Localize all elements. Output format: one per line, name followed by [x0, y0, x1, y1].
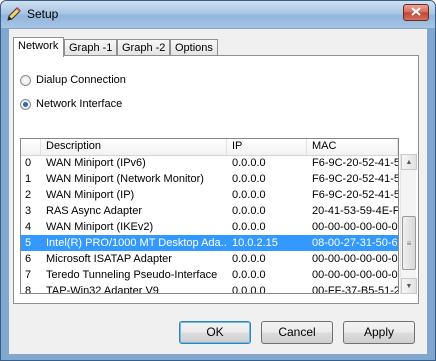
tab-graph-1[interactable]: Graph -1 — [64, 39, 117, 56]
pencil-icon — [6, 6, 22, 22]
list-body: 0 WAN Miniport (IPv6) 0.0.0.0 F6-9C-20-52-4… — [21, 155, 398, 293]
scroll-thumb[interactable]: ≡ — [402, 216, 416, 270]
cell-description: WAN Miniport (IPv6) — [46, 157, 146, 169]
network-interface-radio[interactable] — [20, 98, 31, 110]
cell-description: TAP-Win32 Adapter V9 — [46, 285, 159, 293]
table-row[interactable]: 6 Microsoft ISATAP Adapter 0.0.0.0 00-00-00… — [21, 251, 398, 267]
cell-ip: 0.0.0.0 — [232, 221, 266, 233]
arrow-up-icon: ▲ — [405, 158, 413, 166]
cell-description: Intel(R) PRO/1000 MT Desktop Ada... — [46, 237, 226, 249]
cell-mac: F6-9C-20-52-41-5 — [312, 157, 398, 169]
cell-description: RAS Async Adapter — [46, 205, 142, 217]
grip-icon: ≡ — [406, 238, 412, 248]
cell-index: 0 — [25, 157, 32, 169]
cell-description: WAN Miniport (IP) — [46, 189, 135, 201]
ok-button[interactable]: OK — [179, 321, 251, 344]
cell-index: 4 — [25, 221, 32, 233]
cell-description: Microsoft ISATAP Adapter — [46, 253, 172, 265]
window-title: Setup — [27, 7, 59, 21]
cell-index: 7 — [25, 269, 32, 281]
cell-ip: 0.0.0.0 — [232, 253, 266, 265]
cell-mac: 00-00-00-00-00-0 — [312, 253, 398, 265]
list-header: Description IP MAC — [21, 139, 398, 156]
tab-graph-2[interactable]: Graph -2 — [117, 39, 170, 56]
dialup-option[interactable]: Dialup Connection — [20, 74, 126, 86]
close-button[interactable] — [403, 4, 429, 21]
interface-list[interactable]: Description IP MAC 0 WAN Miniport (IPv6) 0… — [20, 138, 399, 294]
tab-options[interactable]: Options — [170, 39, 218, 56]
dialup-label: Dialup Connection — [36, 74, 126, 86]
table-row[interactable]: 5 Intel(R) PRO/1000 MT Desktop Ada... 10.0… — [21, 235, 398, 251]
cell-ip: 0.0.0.0 — [232, 205, 266, 217]
tab-network[interactable]: Network — [13, 37, 64, 57]
cell-index: 1 — [25, 173, 32, 185]
table-row[interactable]: 8 TAP-Win32 Adapter V9 0.0.0.0 00-FF-37-B5-… — [21, 283, 398, 293]
column-header-mac[interactable]: MAC — [307, 139, 398, 155]
dialog-body: Network Graph -1 Graph -2 Options Dialup… — [8, 28, 428, 355]
close-icon — [411, 6, 421, 19]
network-interface-label: Network Interface — [36, 98, 123, 110]
cell-mac: 00-00-00-00-00-0 — [312, 221, 398, 233]
column-header-index[interactable] — [21, 139, 41, 155]
apply-button[interactable]: Apply — [343, 321, 415, 344]
cell-mac: 00-FF-37-B5-51-2 — [312, 285, 398, 293]
cell-mac: 08-00-27-31-50-6 — [312, 237, 398, 249]
cell-index: 5 — [25, 237, 32, 249]
cell-description: Teredo Tunneling Pseudo-Interface — [46, 269, 218, 281]
table-row[interactable]: 1 WAN Miniport (Network Monitor) 0.0.0.0 F6… — [21, 171, 398, 187]
cell-mac: 00-00-00-00-00-0 — [312, 269, 398, 281]
cell-index: 2 — [25, 189, 32, 201]
cell-description: WAN Miniport (Network Monitor) — [46, 173, 204, 185]
cell-index: 8 — [25, 285, 32, 293]
table-row[interactable]: 3 RAS Async Adapter 0.0.0.0 20-41-53-59-4E-… — [21, 203, 398, 219]
scroll-up-button[interactable]: ▲ — [401, 154, 417, 170]
cell-ip: 0.0.0.0 — [232, 269, 266, 281]
cell-ip: 10.0.2.15 — [232, 237, 278, 249]
cell-ip: 0.0.0.0 — [232, 189, 266, 201]
cell-mac: 20-41-53-59-4E-F — [312, 205, 398, 217]
cell-mac: F6-9C-20-52-41-5 — [312, 189, 398, 201]
cell-description: WAN Miniport (IKEv2) — [46, 221, 154, 233]
arrow-down-icon: ▼ — [405, 282, 413, 290]
column-header-description[interactable]: Description — [41, 139, 227, 155]
cell-index: 6 — [25, 253, 32, 265]
cell-mac: F6-9C-20-52-41-5 — [312, 173, 398, 185]
setup-window: Setup Network Graph -1 Graph -2 Options … — [0, 0, 436, 361]
title-bar[interactable]: Setup — [1, 1, 435, 28]
network-interface-option[interactable]: Network Interface — [20, 98, 122, 110]
dialup-radio[interactable] — [20, 74, 31, 86]
column-header-ip[interactable]: IP — [227, 139, 307, 155]
table-row[interactable]: 2 WAN Miniport (IP) 0.0.0.0 F6-9C-20-52-41-… — [21, 187, 398, 203]
cell-ip: 0.0.0.0 — [232, 285, 266, 293]
network-tab-panel: Dialup Connection Network Interface Desc… — [13, 55, 419, 304]
list-scrollbar[interactable]: ▲ ≡ ▼ — [400, 154, 417, 294]
cell-ip: 0.0.0.0 — [232, 173, 266, 185]
table-row[interactable]: 7 Teredo Tunneling Pseudo-Interface 0.0.0.… — [21, 267, 398, 283]
cancel-button[interactable]: Cancel — [261, 321, 333, 344]
cell-index: 3 — [25, 205, 32, 217]
cell-ip: 0.0.0.0 — [232, 157, 266, 169]
table-row[interactable]: 0 WAN Miniport (IPv6) 0.0.0.0 F6-9C-20-52-4… — [21, 155, 398, 171]
table-row[interactable]: 4 WAN Miniport (IKEv2) 0.0.0.0 00-00-00-00-… — [21, 219, 398, 235]
scroll-down-button[interactable]: ▼ — [401, 278, 417, 294]
